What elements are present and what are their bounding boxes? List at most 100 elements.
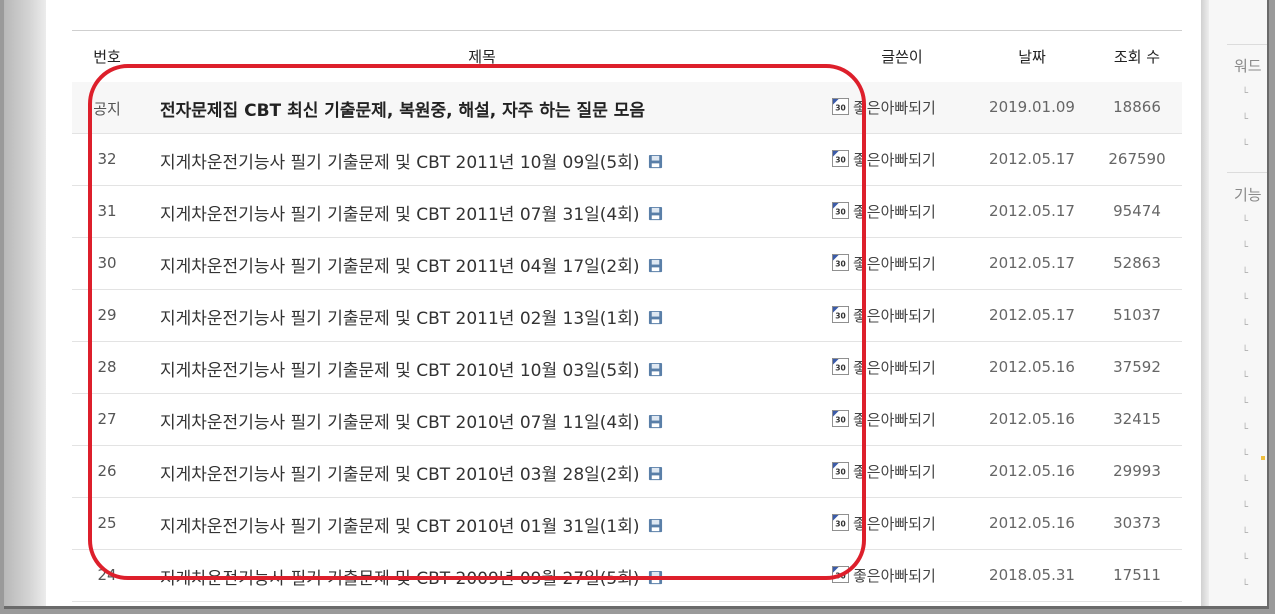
post-date: 2012.05.17 (989, 150, 1075, 168)
page-frame: 번호 제목 글쓴이 날짜 조회 수 공지 전자문제집 CBT 최신 기출문제, 복… (4, 0, 1269, 609)
post-writer[interactable]: 30 좋은아빠되기 (832, 357, 936, 378)
save-icon (648, 518, 662, 533)
member-badge-icon: 30 (832, 462, 849, 479)
post-views: 29993 (1113, 462, 1161, 480)
post-writer[interactable]: 30 좋은아빠되기 (832, 305, 936, 326)
post-writer[interactable]: 30 좋은아빠되기 (832, 253, 936, 274)
svg-text:30: 30 (835, 207, 846, 216)
tree-icon: └ (1242, 268, 1249, 279)
post-title-link[interactable]: 지게차운전기능사 필기 기출문제 및 CBT 2011년 07월 31일(4회) (160, 200, 663, 225)
tree-icon: └ (1242, 216, 1249, 227)
post-writer[interactable]: 30 좋은아빠되기 (832, 565, 936, 586)
tree-icon: └ (1242, 502, 1249, 513)
post-title[interactable]: 지게차운전기능사 필기 기출문제 및 CBT 2011년 07월 31일(4회) (160, 205, 640, 225)
save-icon (648, 206, 662, 221)
save-icon (648, 414, 662, 429)
post-title-link[interactable]: 지게차운전기능사 필기 기출문제 및 CBT 2010년 07월 11일(4회) (160, 408, 663, 433)
header-views[interactable]: 조회 수 (1097, 46, 1177, 67)
member-badge-icon: 30 (832, 410, 849, 427)
right-gutter (1201, 0, 1209, 606)
post-title-link[interactable]: 지게차운전기능사 필기 기출문제 및 CBT 2011년 02월 13일(1회) (160, 304, 663, 329)
post-number: 27 (97, 410, 117, 428)
tree-icon: └ (1242, 372, 1249, 383)
writer-name[interactable]: 좋은아빠되기 (853, 99, 936, 117)
post-title[interactable]: 지게차운전기능사 필기 기출문제 및 CBT 2010년 01월 31일(1회) (160, 517, 640, 537)
member-badge-icon: 30 (832, 358, 849, 375)
post-views: 52863 (1113, 254, 1161, 272)
save-icon (648, 154, 662, 169)
post-date: 2012.05.16 (989, 358, 1075, 376)
post-number: 공지 (93, 100, 121, 118)
sidebar-marker (1261, 456, 1265, 460)
post-title[interactable]: 전자문제집 CBT 최신 기출문제, 복원중, 해설, 자주 하는 질문 모음 (160, 101, 645, 121)
table-row: 24 지게차운전기능사 필기 기출문제 및 CBT 2009년 09월 27일(5… (72, 550, 1182, 602)
svg-text:30: 30 (835, 415, 846, 424)
post-views: 32415 (1113, 410, 1161, 428)
member-badge-icon: 30 (832, 566, 849, 583)
svg-text:30: 30 (835, 467, 846, 476)
tree-icon: └ (1242, 476, 1249, 487)
table-row: 26 지게차운전기능사 필기 기출문제 및 CBT 2010년 03월 28일(2… (72, 446, 1182, 498)
svg-text:30: 30 (835, 155, 846, 164)
writer-name[interactable]: 좋은아빠되기 (853, 255, 936, 273)
post-title[interactable]: 지게차운전기능사 필기 기출문제 및 CBT 2011년 02월 13일(1회) (160, 309, 640, 329)
post-title[interactable]: 지게차운전기능사 필기 기출문제 및 CBT 2010년 07월 11일(4회) (160, 413, 640, 433)
post-views: 51037 (1113, 306, 1161, 324)
writer-name[interactable]: 좋은아빠되기 (853, 515, 936, 533)
post-writer[interactable]: 30 좋은아빠되기 (832, 149, 936, 170)
post-date: 2012.05.16 (989, 514, 1075, 532)
writer-name[interactable]: 좋은아빠되기 (853, 203, 936, 221)
table-row: 30 지게차운전기능사 필기 기출문제 및 CBT 2011년 04월 17일(2… (72, 238, 1182, 290)
post-title[interactable]: 지게차운전기능사 필기 기출문제 및 CBT 2009년 09월 27일(5회) (160, 569, 640, 589)
writer-name[interactable]: 좋은아빠되기 (853, 463, 936, 481)
post-title-link[interactable]: 지게차운전기능사 필기 기출문제 및 CBT 2010년 01월 31일(1회) (160, 512, 663, 537)
tree-icon: └ (1242, 450, 1249, 461)
member-badge-icon: 30 (832, 514, 849, 531)
post-date: 2012.05.17 (989, 202, 1075, 220)
post-number: 25 (97, 514, 117, 532)
post-writer[interactable]: 30 좋은아빠되기 (832, 461, 936, 482)
post-writer[interactable]: 30 좋은아빠되기 (832, 513, 936, 534)
tree-icon: └ (1242, 242, 1249, 253)
post-views: 17511 (1113, 566, 1161, 584)
svg-text:30: 30 (835, 259, 846, 268)
post-title-link[interactable]: 지게차운전기능사 필기 기출문제 및 CBT 2010년 03월 28일(2회) (160, 460, 663, 485)
post-title-link[interactable]: 지게차운전기능사 필기 기출문제 및 CBT 2011년 04월 17일(2회) (160, 252, 663, 277)
save-icon (648, 258, 662, 273)
post-date: 2018.05.31 (989, 566, 1075, 584)
writer-name[interactable]: 좋은아빠되기 (853, 307, 936, 325)
post-title[interactable]: 지게차운전기능사 필기 기출문제 및 CBT 2010년 10월 03일(5회) (160, 361, 640, 381)
tree-icon: └ (1242, 424, 1249, 435)
post-title-link[interactable]: 지게차운전기능사 필기 기출문제 및 CBT 2009년 09월 27일(5회) (160, 564, 663, 589)
tree-icon: └ (1242, 554, 1249, 565)
post-number: 32 (97, 150, 117, 168)
post-title-link[interactable]: 지게차운전기능사 필기 기출문제 및 CBT 2010년 10월 03일(5회) (160, 356, 663, 381)
tree-icon: └ (1242, 320, 1249, 331)
post-title-link[interactable]: 전자문제집 CBT 최신 기출문제, 복원중, 해설, 자주 하는 질문 모음 (160, 96, 645, 121)
post-title[interactable]: 지게차운전기능사 필기 기출문제 및 CBT 2011년 10월 09일(5회) (160, 153, 640, 173)
sidebar-heading-2[interactable]: 기능 (1234, 184, 1262, 205)
save-icon (648, 570, 662, 585)
post-date: 2012.05.17 (989, 254, 1075, 272)
tree-icon: └ (1242, 528, 1249, 539)
writer-name[interactable]: 좋은아빠되기 (853, 411, 936, 429)
post-writer[interactable]: 30 좋은아빠되기 (832, 409, 936, 430)
post-title-link[interactable]: 지게차운전기능사 필기 기출문제 및 CBT 2011년 10월 09일(5회) (160, 148, 663, 173)
post-writer[interactable]: 30 좋은아빠되기 (832, 201, 936, 222)
header-num: 번호 (93, 48, 121, 66)
writer-name[interactable]: 좋은아빠되기 (853, 359, 936, 377)
save-icon (648, 466, 662, 481)
post-writer[interactable]: 30 좋은아빠되기 (832, 97, 936, 118)
post-views: 30373 (1113, 514, 1161, 532)
post-number: 29 (97, 306, 117, 324)
table-row: 25 지게차운전기능사 필기 기출문제 및 CBT 2010년 01월 31일(1… (72, 498, 1182, 550)
post-title[interactable]: 지게차운전기능사 필기 기출문제 및 CBT 2011년 04월 17일(2회) (160, 257, 640, 277)
header-title: 제목 (468, 48, 496, 66)
post-title[interactable]: 지게차운전기능사 필기 기출문제 및 CBT 2010년 03월 28일(2회) (160, 465, 640, 485)
tree-icon: └ (1242, 398, 1249, 409)
writer-name[interactable]: 좋은아빠되기 (853, 151, 936, 169)
post-views: 95474 (1113, 202, 1161, 220)
sidebar-heading-1[interactable]: 워드 (1234, 55, 1262, 76)
post-date: 2019.01.09 (989, 98, 1075, 116)
writer-name[interactable]: 좋은아빠되기 (853, 567, 936, 585)
